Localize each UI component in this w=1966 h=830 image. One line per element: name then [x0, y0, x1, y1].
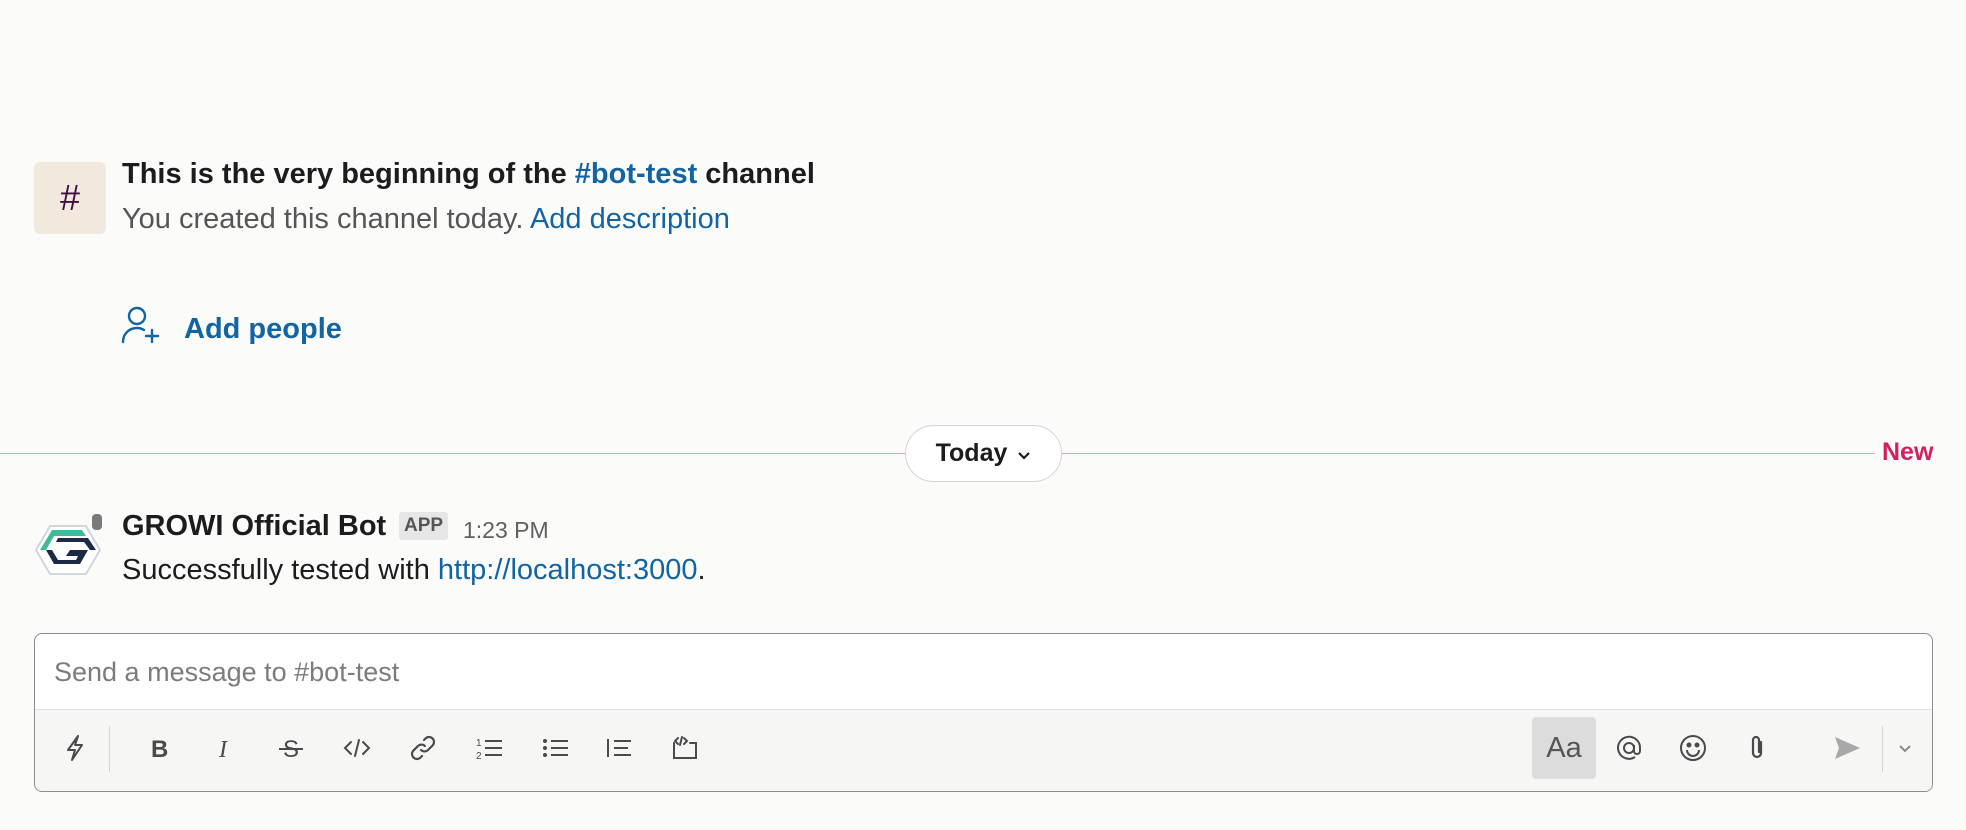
- message-timestamp[interactable]: 1:23 PM: [463, 517, 549, 544]
- channel-hash-icon: #: [34, 162, 106, 234]
- send-icon[interactable]: [1819, 720, 1875, 776]
- message-body: Successfully tested with http://localhos…: [122, 554, 706, 587]
- svg-text:2: 2: [476, 751, 482, 762]
- blockquote-icon[interactable]: [591, 720, 647, 776]
- link-icon[interactable]: [395, 720, 451, 776]
- message-text-suffix: .: [697, 554, 706, 586]
- add-person-icon: [120, 305, 162, 353]
- italic-icon[interactable]: I: [197, 720, 253, 776]
- intro-title-prefix: This is the very beginning of the: [122, 158, 567, 190]
- svg-text:1: 1: [476, 738, 482, 749]
- shortcuts-lightning-icon[interactable]: [47, 720, 103, 776]
- new-messages-label: New: [1882, 438, 1934, 466]
- code-icon[interactable]: [329, 720, 385, 776]
- bulleted-list-icon[interactable]: [527, 720, 583, 776]
- message-link[interactable]: http://localhost:3000: [438, 554, 698, 586]
- composer-toolbar: B I S 12 Aa: [35, 709, 1932, 791]
- send-separator: [1882, 726, 1883, 772]
- strikethrough-icon[interactable]: S: [263, 720, 319, 776]
- emoji-icon[interactable]: [1665, 720, 1721, 776]
- intro-title-suffix: channel: [705, 158, 815, 190]
- app-badge: APP: [399, 512, 449, 540]
- date-jump-button[interactable]: Today: [905, 425, 1062, 482]
- add-people-button[interactable]: Add people: [120, 305, 342, 353]
- toolbar-separator: [109, 726, 110, 772]
- add-description-link[interactable]: Add description: [530, 203, 730, 235]
- bot-avatar[interactable]: [30, 512, 106, 588]
- message-text: Successfully tested with: [122, 554, 430, 586]
- chevron-down-icon: [1017, 439, 1031, 468]
- message-input[interactable]: [52, 646, 1906, 698]
- mention-icon[interactable]: [1601, 720, 1657, 776]
- send-options-chevron-icon[interactable]: [1887, 720, 1923, 776]
- attachment-icon[interactable]: [1729, 720, 1785, 776]
- channel-intro-subtitle: You created this channel today. Add desc…: [122, 203, 730, 236]
- svg-text:B: B: [151, 736, 168, 763]
- message-composer: B I S 12 Aa: [34, 633, 1933, 792]
- svg-text:I: I: [218, 737, 228, 763]
- message-sender[interactable]: GROWI Official Bot: [122, 510, 386, 543]
- intro-subtitle-text: You created this channel today.: [122, 203, 524, 235]
- bold-icon[interactable]: B: [131, 720, 187, 776]
- formatting-toggle-button[interactable]: Aa: [1532, 717, 1596, 779]
- ordered-list-icon[interactable]: 12: [461, 720, 517, 776]
- date-label: Today: [935, 439, 1008, 467]
- add-people-label: Add people: [184, 312, 342, 345]
- channel-name-link[interactable]: #bot-test: [575, 158, 697, 190]
- channel-intro-title: This is the very beginning of the #bot-t…: [122, 158, 815, 191]
- formatting-label: Aa: [1546, 731, 1582, 764]
- code-block-icon[interactable]: [657, 720, 713, 776]
